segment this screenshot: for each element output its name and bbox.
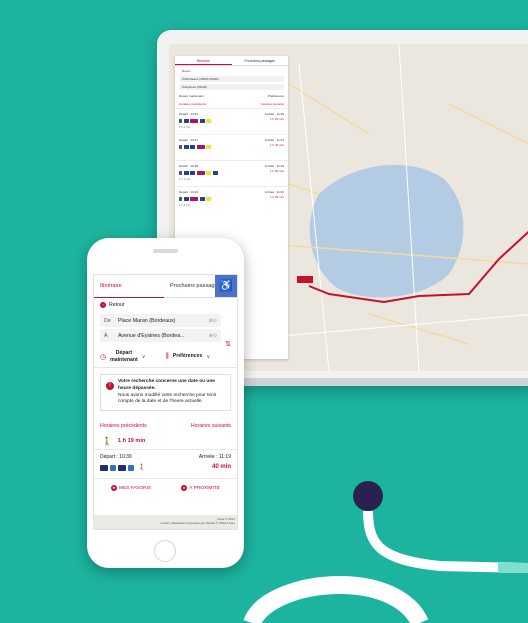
leaflet-link[interactable]: Leaflet xyxy=(160,521,169,525)
laptop-options: Départ maintenant Préférences xyxy=(179,94,284,98)
from-value: Place Maran (Bordeaux) xyxy=(118,317,176,324)
pedestrian-icon: 🚶 xyxy=(102,436,112,446)
pedestrian-icon: 🚶 xyxy=(138,465,146,472)
laptop-result-item[interactable]: Départ : 10:37 Arrivée : 11:24 1 h 46 mi… xyxy=(175,134,288,160)
laptop-tab-itineraire[interactable]: Itinéraire xyxy=(175,56,232,65)
phone-home-button[interactable] xyxy=(154,540,176,562)
laptop-transport-icons xyxy=(179,196,284,201)
from-field[interactable]: De Place Maran (Bordeaux) ⊗⊙ xyxy=(100,314,221,327)
laptop-tabs: Itinéraire Prochains passages xyxy=(175,56,288,66)
laptop-result-walk: 1 h 4 min xyxy=(179,203,191,207)
laptop-depart-select[interactable]: Départ maintenant xyxy=(179,94,204,98)
horaires-suivants-link[interactable]: Horaires suivants xyxy=(191,423,231,429)
laptop-retour[interactable]: Retour xyxy=(179,68,284,74)
laptop-result-arrivee: Arrivée : 11:29 xyxy=(264,112,284,116)
journey-duration: 40 min xyxy=(211,464,231,471)
laptop-horaires: Horaires précédents Horaires suivants xyxy=(179,102,284,106)
retour-label: Retour xyxy=(109,302,125,308)
chevron-down-icon: ∨ xyxy=(141,353,146,360)
location-pin-icon: ● xyxy=(181,485,188,492)
a-proximite-button[interactable]: ● À PROXIMITÉ xyxy=(181,485,221,492)
alert-body: Nous avons modifié votre recherche pour … xyxy=(118,392,217,405)
laptop-result-arrivee: Arrivée : 11:24 xyxy=(264,138,284,142)
credits-text: | Réalisation proposée par Navitia © OSM… xyxy=(169,521,235,525)
chevron-down-icon: ∨ xyxy=(206,353,211,360)
laptop-result-duree: 1 h 00 min xyxy=(269,117,284,121)
tab-itineraire[interactable]: Itinéraire xyxy=(94,275,164,298)
decor-arc xyxy=(243,575,429,623)
laptop-horaires-prev[interactable]: Horaires précédents xyxy=(179,102,206,106)
laptop-horaires-next[interactable]: Horaires suivants xyxy=(261,102,284,106)
preferences-button[interactable]: ⫼ Préférences ∨ xyxy=(166,353,232,361)
alert-icon: ! xyxy=(106,382,114,390)
clock-icon: ◷ xyxy=(100,353,107,361)
laptop-result-duree: 1 h 46 min xyxy=(269,143,284,147)
phone-screen: Itinéraire Prochains passages ♿ ‹ Retour… xyxy=(93,274,238,530)
laptop-result-item[interactable]: Départ : 10:38 Arrivée : 11:29 1 h 50 mi… xyxy=(175,160,288,186)
laptop-result-item[interactable]: Départ : 10:31 Arrivée : 11:29 1 h 00 mi… xyxy=(175,108,288,134)
map-lake xyxy=(309,164,464,298)
locate-clear-icon[interactable]: ⊗⊙ xyxy=(209,318,217,324)
horaires-nav: Horaires précédents Horaires suivants xyxy=(94,417,237,433)
laptop-preferences-button[interactable]: Préférences xyxy=(268,94,284,98)
laptop-result-walk: 1 h 4 min xyxy=(179,125,191,129)
wheelchair-icon[interactable]: ♿ xyxy=(215,275,237,297)
decor-line xyxy=(363,510,528,573)
laptop-transport-icons xyxy=(179,144,284,149)
line-badge xyxy=(110,464,116,471)
phone-tabs: Itinéraire Prochains passages ♿ xyxy=(94,275,237,298)
date-warning-alert: ! Votre recherche concerne une date ou u… xyxy=(100,374,231,412)
bus-icon xyxy=(100,464,108,471)
laptop-tab-prochains[interactable]: Prochains passages xyxy=(232,56,289,65)
locate-clear-icon[interactable]: ⊗⊙ xyxy=(209,333,217,339)
line-badge xyxy=(128,464,134,471)
laptop-result-duree: 1 h 50 min xyxy=(269,169,284,173)
depart-select[interactable]: ◷ Départ maintenant ∨ xyxy=(100,350,166,363)
laptop-transport-icons xyxy=(179,170,284,175)
swap-icon[interactable]: ⇅ xyxy=(225,340,231,348)
walking-result[interactable]: 🚶 1 h 19 min xyxy=(94,433,237,451)
horaires-precedents-link[interactable]: Horaires précédents xyxy=(100,423,147,429)
search-options: ◷ Départ maintenant ∨ ⫼ Préférences ∨ xyxy=(94,344,237,368)
route-start-marker[interactable] xyxy=(297,276,313,283)
star-icon: ★ xyxy=(110,485,117,492)
phone-speaker xyxy=(153,249,178,253)
retour-button[interactable]: ‹ Retour xyxy=(94,298,237,312)
mes-favoris-button[interactable]: ★ MES FAVORIS xyxy=(110,485,152,492)
alert-title: Votre recherche concerne une date ou une… xyxy=(118,379,215,391)
bottom-actions: ★ MES FAVORIS ● À PROXIMITÉ xyxy=(94,479,237,497)
map-attribution: Carte © 2017 Leaflet | Réalisation propo… xyxy=(94,515,237,529)
laptop-result-duree: 1 h 46 min xyxy=(269,195,284,199)
laptop-result-arrivee: Arrivée : 11:31 xyxy=(264,190,284,194)
to-field[interactable]: À Avenue d'Eysines (Bordea... ⊗⊙ xyxy=(100,329,221,342)
laptop-result-arrivee: Arrivée : 11:29 xyxy=(264,164,284,168)
back-arrow-icon: ‹ xyxy=(100,302,106,308)
a-proximite-label: À PROXIMITÉ xyxy=(189,485,221,491)
to-value: Avenue d'Eysines (Bordea... xyxy=(118,332,185,339)
laptop-from-field[interactable]: Pl.Bordeaux (33000 33049) xyxy=(179,76,284,82)
sliders-icon: ⫼ xyxy=(165,352,169,360)
from-label: De xyxy=(104,317,111,324)
laptop-result-walk: 1 h 4 min xyxy=(179,177,191,181)
phone: Itinéraire Prochains passages ♿ ‹ Retour… xyxy=(87,238,244,568)
depart-label: Départ maintenant xyxy=(110,350,138,363)
journey-result[interactable]: Départ : 10:39 Arrivée : 11:19 🚶 40 min xyxy=(94,450,237,480)
to-label: À xyxy=(104,332,108,339)
decor-dot xyxy=(353,481,383,511)
mes-favoris-label: MES FAVORIS xyxy=(118,485,152,491)
laptop-transport-icons xyxy=(179,118,284,123)
bus-icon xyxy=(118,464,126,471)
laptop-to-field[interactable]: Pl.Eysines (33320) xyxy=(179,84,284,90)
laptop-result-item[interactable]: Départ : 10:40 Arrivée : 11:31 1 h 46 mi… xyxy=(175,186,288,212)
preferences-label: Préférences xyxy=(172,353,203,360)
walking-duration: 1 h 19 min xyxy=(117,438,146,445)
journey-arrivee: Arrivée : 11:19 xyxy=(198,454,231,461)
